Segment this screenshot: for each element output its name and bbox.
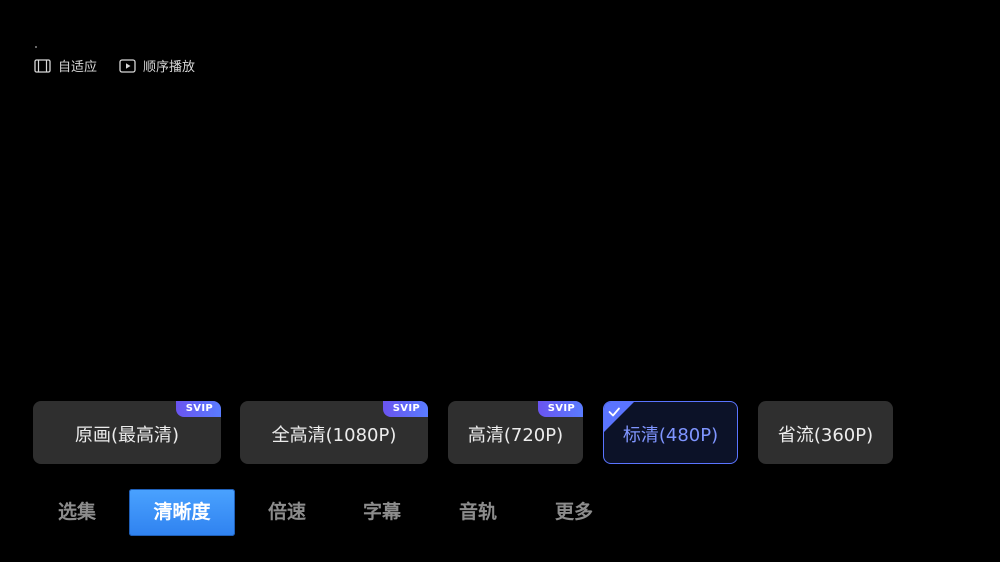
tab-subtitles[interactable]: 字幕: [338, 489, 426, 536]
quality-option-label: 标清(480P): [622, 424, 719, 446]
play-icon: [119, 58, 136, 73]
quality-option-360p[interactable]: 省流(360P): [758, 401, 893, 464]
play-order-label: 顺序播放: [143, 60, 196, 75]
quality-option-1080p[interactable]: 全高清(1080P) SVIP: [240, 401, 428, 464]
tab-episodes[interactable]: 选集: [33, 489, 121, 536]
quality-option-480p[interactable]: 标清(480P): [603, 401, 738, 464]
aspect-adaptive-toggle[interactable]: 自适应: [34, 56, 97, 75]
tab-resolution[interactable]: 清晰度: [129, 489, 235, 536]
aspect-adaptive-label: 自适应: [58, 60, 98, 75]
svip-badge: SVIP: [175, 401, 221, 417]
quality-option-label: 原画(最高清): [74, 424, 180, 446]
quality-option-label: 全高清(1080P): [271, 424, 397, 446]
quality-option-720p[interactable]: 高清(720P) SVIP: [448, 401, 583, 464]
quality-option-original[interactable]: 原画(最高清) SVIP: [33, 401, 221, 464]
decorative-dot: [35, 46, 37, 48]
tab-more[interactable]: 更多: [530, 489, 618, 536]
quality-option-label: 省流(360P): [777, 424, 874, 446]
film-icon: [34, 58, 51, 73]
top-info-bar: 自适应 顺序播放: [34, 56, 195, 75]
tab-audio-track[interactable]: 音轨: [434, 489, 522, 536]
play-order-toggle[interactable]: 顺序播放: [119, 56, 195, 75]
svip-badge: SVIP: [382, 401, 428, 417]
tab-speed[interactable]: 倍速: [243, 489, 331, 536]
quality-option-label: 高清(720P): [467, 424, 564, 446]
svip-badge: SVIP: [537, 401, 583, 417]
